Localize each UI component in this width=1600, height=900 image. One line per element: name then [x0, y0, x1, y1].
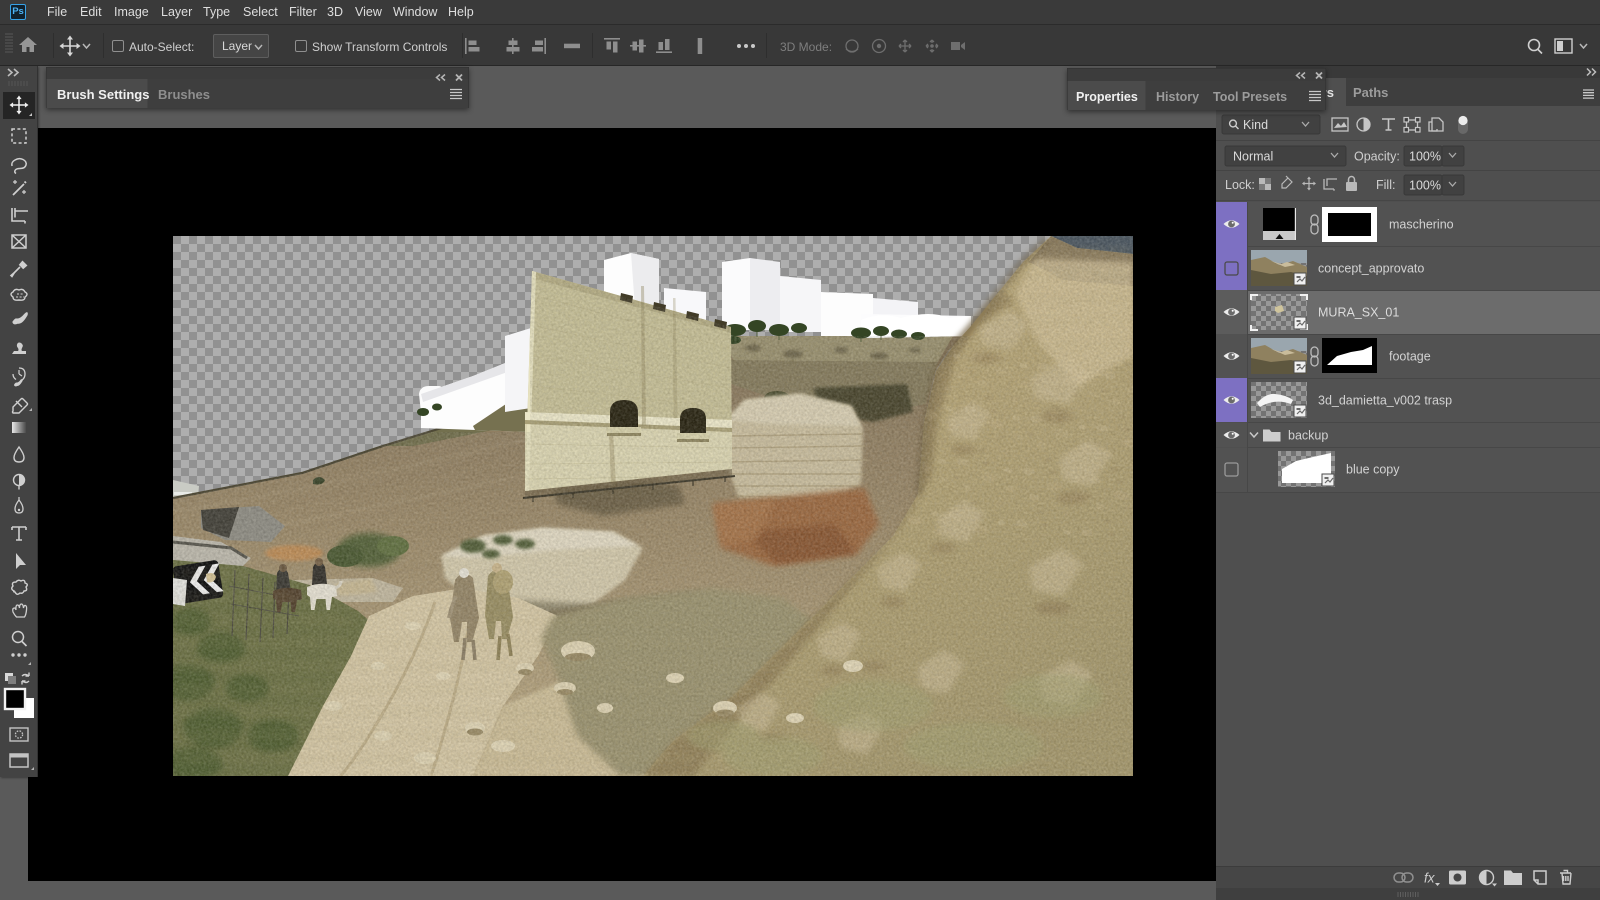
svg-text:fx: fx — [1424, 871, 1436, 886]
svg-text:blue copy: blue copy — [1346, 463, 1400, 477]
svg-text:Normal: Normal — [1233, 150, 1273, 164]
svg-text:MURA_SX_01: MURA_SX_01 — [1318, 306, 1399, 320]
svg-text:Brushes: Brushes — [158, 87, 210, 102]
svg-text:Kind: Kind — [1243, 118, 1268, 132]
svg-text:Fill:: Fill: — [1376, 178, 1395, 192]
svg-text:Lock:: Lock: — [1225, 178, 1255, 192]
svg-text:Opacity:: Opacity: — [1354, 150, 1400, 164]
svg-text:Properties: Properties — [1076, 90, 1138, 104]
svg-text:backup: backup — [1288, 429, 1328, 443]
svg-text:Tool Presets: Tool Presets — [1213, 90, 1287, 104]
svg-text:100%: 100% — [1409, 150, 1441, 164]
svg-text:100%: 100% — [1409, 179, 1441, 193]
svg-text:3d_damietta_v002 trasp: 3d_damietta_v002 trasp — [1318, 394, 1452, 408]
svg-text:Brush Settings: Brush Settings — [57, 87, 149, 102]
svg-text:History: History — [1156, 90, 1199, 104]
svg-text:concept_approvato: concept_approvato — [1318, 262, 1424, 276]
svg-text:Paths: Paths — [1353, 85, 1388, 100]
svg-text:mascherino: mascherino — [1389, 218, 1454, 232]
svg-text:footage: footage — [1389, 350, 1431, 364]
